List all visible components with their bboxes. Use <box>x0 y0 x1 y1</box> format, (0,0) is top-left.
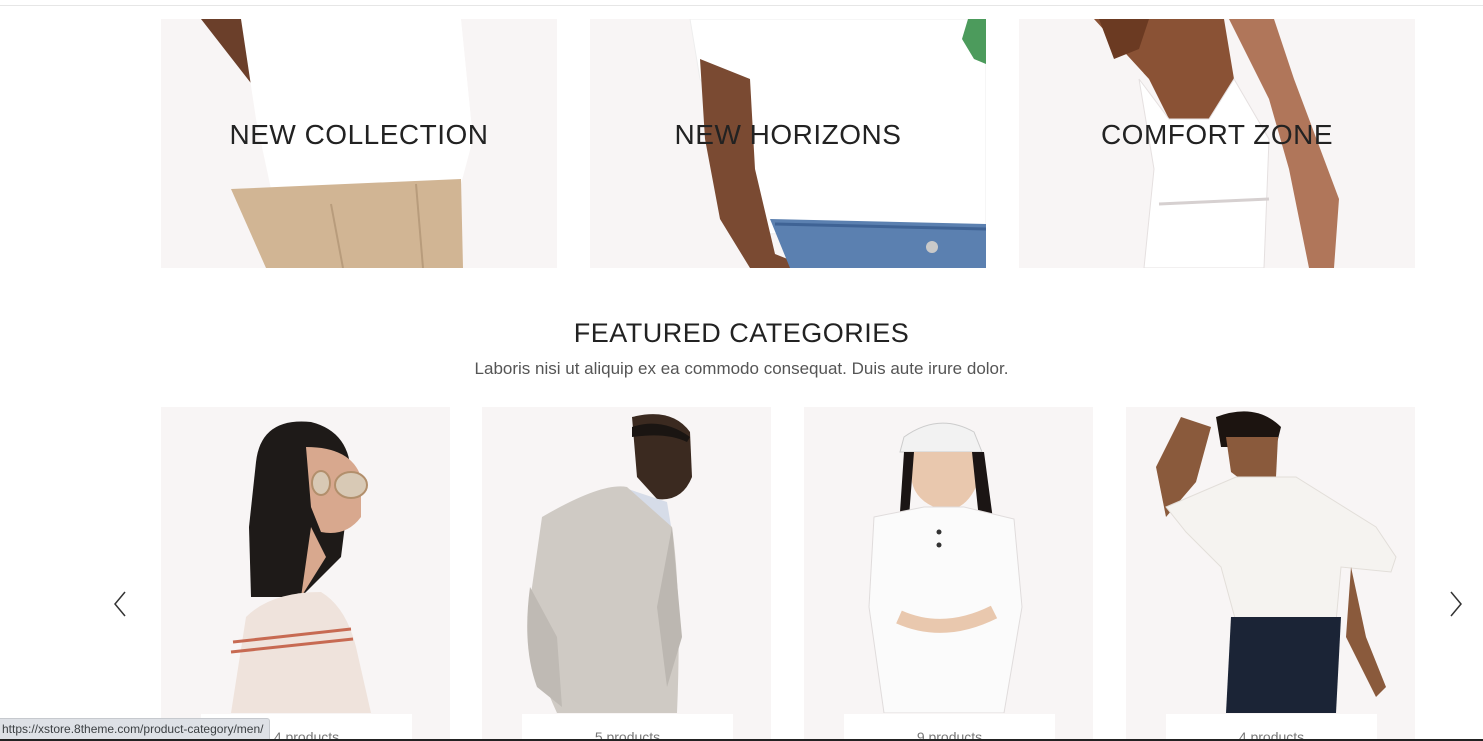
banner-title: COMFORT ZONE <box>1100 119 1334 150</box>
carousel-prev-button[interactable] <box>109 590 133 618</box>
featured-categories-subtitle: Laboris nisi ut aliquip ex ea commodo co… <box>474 359 1009 378</box>
banner-new-collection[interactable]: NEW COLLECTION <box>161 19 557 268</box>
category-image-man-sweater <box>527 414 692 713</box>
category-card-4[interactable]: 4 products <box>1126 407 1415 741</box>
banner-title: NEW HORIZONS <box>674 119 902 150</box>
featured-categories-title: FEATURED CATEGORIES <box>573 318 910 348</box>
browser-status-url: https://xstore.8theme.com/product-catego… <box>0 718 271 740</box>
top-divider <box>0 5 1483 6</box>
chevron-right-icon <box>1450 591 1462 617</box>
category-card-2[interactable]: 5 products <box>482 407 771 741</box>
banner-new-horizons[interactable]: NEW HORIZONS <box>590 19 986 268</box>
category-image-woman-sunglasses <box>230 421 371 713</box>
category-product-count: 5 products <box>522 714 733 741</box>
category-image-woman-cap <box>868 422 1023 713</box>
banner-comfort-zone[interactable]: COMFORT ZONE <box>1019 19 1415 268</box>
chevron-left-icon <box>114 591 126 617</box>
category-product-count: 4 products <box>1166 714 1377 741</box>
banner-title: NEW COLLECTION <box>229 119 489 150</box>
carousel-next-button[interactable] <box>1443 590 1467 618</box>
category-card-3[interactable]: 9 products <box>804 407 1093 741</box>
category-card-1[interactable]: 4 products <box>161 407 450 741</box>
category-image-woman-tee <box>1156 411 1397 713</box>
category-product-count: 9 products <box>844 714 1055 741</box>
